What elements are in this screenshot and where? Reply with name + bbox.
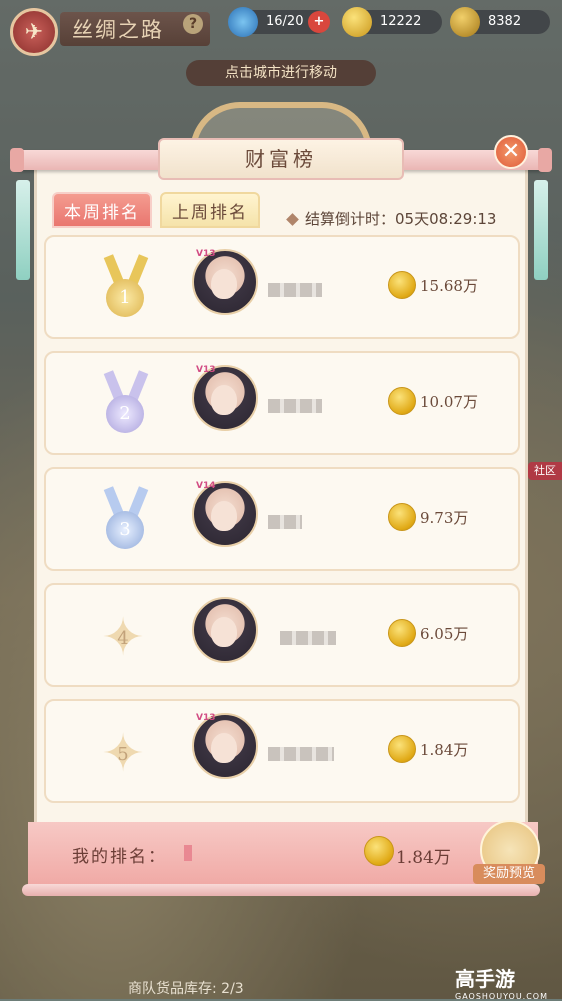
countdown-label: 结算倒计时：: [305, 210, 396, 228]
player-name-blurred: [268, 515, 302, 529]
avatar[interactable]: V13: [192, 713, 258, 779]
vip-badge: V13: [196, 249, 216, 259]
watermark-logo: 高手游 GAOSHOUYOU.COM: [455, 963, 548, 1001]
avatar[interactable]: [192, 597, 258, 663]
rank-number: 5: [117, 744, 129, 765]
stamina-counter: 16/20 +: [228, 7, 330, 37]
page-title: 丝绸之路: [72, 18, 164, 42]
rod-end-left: [10, 148, 24, 172]
my-wealth-amount: 1.84万: [396, 848, 451, 868]
ranking-row[interactable]: ✦ 4 6.05万: [44, 583, 520, 687]
rank-number: 1: [106, 279, 144, 317]
wealth-amount: 10.07万: [420, 393, 478, 411]
gold-counter: 8382: [450, 7, 550, 37]
rank-badge: ✦ 5: [94, 728, 152, 780]
watermark-brand: 高手游: [455, 967, 515, 991]
player-name-blurred: [268, 399, 322, 413]
coin-icon: [388, 503, 416, 531]
wealth-amount: 15.68万: [420, 277, 478, 295]
move-hint: 点击城市进行移动: [186, 60, 376, 86]
coin-icon: [342, 7, 372, 37]
gold-value: 8382: [488, 14, 522, 29]
vip-badge: V14: [196, 481, 216, 491]
wealth-amount: 1.84万: [420, 741, 469, 759]
scroll-bottom-rod: [22, 884, 540, 896]
globe-icon: [228, 7, 258, 37]
my-rank-label: 我的排名：: [72, 847, 167, 867]
panel-title: 财富榜: [158, 138, 404, 180]
settlement-countdown: 结算倒计时：05天08:29:13: [286, 208, 497, 229]
ranking-row[interactable]: ✦ 5 V13 1.84万: [44, 699, 520, 803]
coin-value: 12222: [380, 14, 422, 29]
right-pendant: [534, 180, 548, 280]
close-button[interactable]: ✕: [494, 135, 528, 169]
help-icon[interactable]: ?: [183, 14, 203, 34]
countdown-value: 05天08:29:13: [395, 210, 497, 228]
avatar[interactable]: V13: [192, 365, 258, 431]
ingot-icon: [450, 7, 480, 37]
wealth-amount: 9.73万: [420, 509, 469, 527]
tab-this-week[interactable]: 本周排名: [52, 192, 152, 228]
ranking-row[interactable]: 1 V13 15.68万: [44, 235, 520, 339]
diamond-icon: [286, 213, 299, 226]
ranking-row[interactable]: 2 V13 10.07万: [44, 351, 520, 455]
rod-end-right: [538, 148, 552, 172]
rank-number: 3: [106, 511, 144, 549]
reward-preview-label[interactable]: 奖励预览: [473, 864, 545, 884]
rank-number: 4: [117, 628, 129, 649]
close-icon: ✕: [501, 139, 521, 164]
player-name-blurred: [268, 747, 334, 761]
coin-icon: [388, 619, 416, 647]
ranking-row[interactable]: 3 V14 9.73万: [44, 467, 520, 571]
stamina-value: 16/20: [266, 14, 304, 29]
avatar[interactable]: V13: [192, 249, 258, 315]
add-stamina-button[interactable]: +: [308, 11, 330, 33]
coin-icon: [364, 836, 394, 866]
caravan-stock: 商队货品库存: 2/3: [128, 981, 244, 997]
player-name-blurred: [268, 283, 322, 297]
rank-badge: ✦ 4: [94, 612, 152, 664]
back-button[interactable]: ✈: [10, 8, 58, 56]
wealth-amount: 6.05万: [420, 625, 469, 643]
coin-icon: [388, 735, 416, 763]
vip-badge: V13: [196, 365, 216, 375]
rank-number: 2: [106, 395, 144, 433]
vip-badge: V13: [196, 713, 216, 723]
coin-icon: [388, 387, 416, 415]
left-pendant: [16, 180, 30, 280]
community-button[interactable]: 社区: [528, 462, 562, 480]
gold-medal-icon: 1: [101, 254, 151, 325]
silver-medal-icon: 2: [101, 370, 151, 441]
my-rank-value-blurred: [184, 845, 192, 861]
coin-icon: [388, 271, 416, 299]
coin-counter: 12222: [342, 7, 442, 37]
swallow-icon: ✈: [24, 19, 44, 45]
player-name-blurred: [280, 631, 336, 645]
tab-last-week[interactable]: 上周排名: [160, 192, 260, 228]
top-hud: ✈ 丝绸之路 ? 16/20 + 12222 8382: [0, 0, 562, 60]
watermark-url: GAOSHOUYOU.COM: [455, 992, 549, 1001]
avatar[interactable]: V14: [192, 481, 258, 547]
bronze-medal-icon: 3: [101, 486, 151, 557]
